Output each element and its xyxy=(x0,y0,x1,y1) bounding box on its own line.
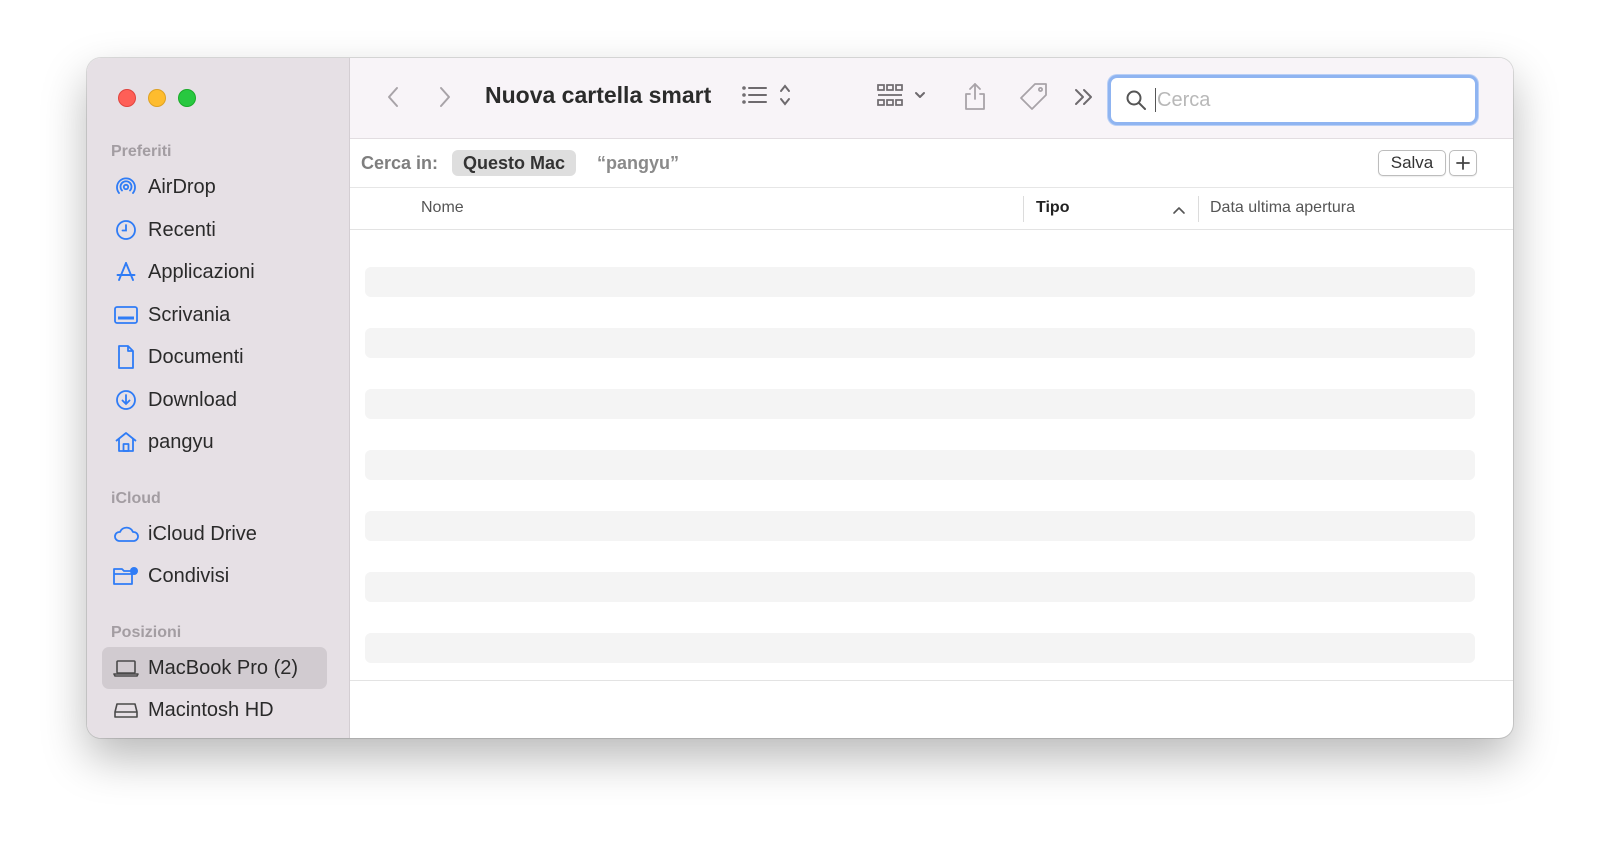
empty-row xyxy=(365,389,1475,419)
more-toolbar-items-button[interactable] xyxy=(1070,82,1098,112)
search-input[interactable] xyxy=(1155,88,1459,112)
column-header-kind[interactable]: Tipo xyxy=(1036,199,1069,217)
empty-row xyxy=(365,572,1475,602)
zoom-window-button[interactable] xyxy=(178,89,196,107)
sidebar-item-label: iCloud Drive xyxy=(148,522,257,545)
empty-row xyxy=(365,633,1475,663)
sidebar-item-macintosh-hd[interactable]: Macintosh HD xyxy=(102,689,327,731)
tag-icon xyxy=(1020,83,1047,110)
clock-icon xyxy=(112,216,140,244)
sidebar-item-label: AirDrop xyxy=(148,175,216,198)
shared-folder-icon xyxy=(112,562,140,590)
sidebar: Preferiti AirDrop Recenti Applicazioni S… xyxy=(87,58,350,738)
add-criteria-button[interactable] xyxy=(1449,150,1477,176)
sidebar-item-desktop[interactable]: Scrivania xyxy=(102,294,327,336)
search-icon xyxy=(1125,89,1147,111)
sidebar-item-label: MacBook Pro (2) xyxy=(148,656,299,679)
desktop-icon xyxy=(112,301,140,329)
column-divider[interactable] xyxy=(1023,196,1024,222)
list-icon xyxy=(742,86,767,104)
sidebar-item-downloads[interactable]: Download xyxy=(102,379,327,421)
column-divider[interactable] xyxy=(1198,196,1199,222)
share-icon xyxy=(965,83,985,110)
scope-this-mac-button[interactable]: Questo Mac xyxy=(452,150,577,176)
sidebar-item-label: Download xyxy=(148,388,237,411)
sidebar-item-label: Scrivania xyxy=(148,303,231,326)
sidebar-item-icloud-drive[interactable]: iCloud Drive xyxy=(102,513,327,555)
column-header-last-opened[interactable]: Data ultima apertura xyxy=(1210,199,1355,217)
sidebar-section-icloud: iCloud xyxy=(111,490,161,507)
empty-row xyxy=(365,267,1475,297)
sidebar-item-airdrop[interactable]: AirDrop xyxy=(102,166,327,208)
sidebar-section-locations: Posizioni xyxy=(111,624,182,641)
scope-user-folder-button[interactable]: “pangyu” xyxy=(597,153,679,174)
sidebar-item-label: Condivisi xyxy=(148,564,230,587)
list-view-button[interactable] xyxy=(738,82,802,112)
chevron-left-icon xyxy=(388,87,398,107)
sidebar-item-documents[interactable]: Documenti xyxy=(102,336,327,378)
back-button[interactable] xyxy=(378,81,408,113)
sidebar-item-home[interactable]: pangyu xyxy=(102,421,327,463)
chevron-down-icon xyxy=(915,92,925,98)
window-controls xyxy=(118,89,196,107)
grid-icon xyxy=(877,84,903,106)
search-scope-bar: Cerca in: Questo Mac “pangyu” Salva xyxy=(350,139,1513,188)
disk-icon xyxy=(112,696,140,724)
sidebar-item-macbook-pro[interactable]: MacBook Pro (2) xyxy=(102,647,327,689)
window-title: Nuova cartella smart xyxy=(485,82,712,108)
save-search-button[interactable]: Salva xyxy=(1378,150,1446,176)
sidebar-item-label: Macintosh HD xyxy=(148,698,274,721)
sidebar-section-favorites: Preferiti xyxy=(111,143,172,160)
share-button[interactable] xyxy=(960,80,990,114)
download-icon xyxy=(112,386,140,414)
sidebar-item-shared[interactable]: Condivisi xyxy=(102,555,327,597)
column-header-name[interactable]: Nome xyxy=(421,199,464,217)
group-by-button[interactable] xyxy=(874,82,934,112)
cloud-icon xyxy=(112,520,140,548)
sidebar-item-label: Recenti xyxy=(148,218,216,241)
chevron-right-icon xyxy=(440,87,450,107)
close-window-button[interactable] xyxy=(118,89,136,107)
double-chevron-right-icon xyxy=(1075,89,1092,105)
minimize-window-button[interactable] xyxy=(148,89,166,107)
sidebar-item-label: Applicazioni xyxy=(148,260,255,283)
empty-row xyxy=(365,328,1475,358)
sort-arrows-icon xyxy=(780,84,790,106)
list-bottom-divider xyxy=(350,680,1513,681)
search-scope-label: Cerca in: xyxy=(361,153,439,173)
finder-window: Preferiti AirDrop Recenti Applicazioni S… xyxy=(87,58,1513,738)
tags-button[interactable] xyxy=(1017,80,1051,114)
apps-icon xyxy=(112,258,140,286)
plus-icon xyxy=(1456,156,1470,170)
sidebar-item-applications[interactable]: Applicazioni xyxy=(102,251,327,293)
airdrop-icon xyxy=(112,173,140,201)
home-icon xyxy=(112,428,140,456)
toolbar: Nuova cartella smart xyxy=(350,58,1513,139)
empty-row xyxy=(365,511,1475,541)
empty-row xyxy=(365,450,1475,480)
sidebar-item-recents[interactable]: Recenti xyxy=(102,209,327,251)
sort-ascending-icon xyxy=(1172,202,1186,220)
sidebar-item-label: pangyu xyxy=(148,430,214,453)
forward-button[interactable] xyxy=(430,81,460,113)
laptop-icon xyxy=(112,654,140,682)
column-header-bar: Nome Tipo Data ultima apertura xyxy=(350,188,1513,230)
document-icon xyxy=(112,343,140,371)
results-list xyxy=(350,230,1513,680)
search-field[interactable] xyxy=(1108,75,1478,125)
sidebar-item-label: Documenti xyxy=(148,345,244,368)
